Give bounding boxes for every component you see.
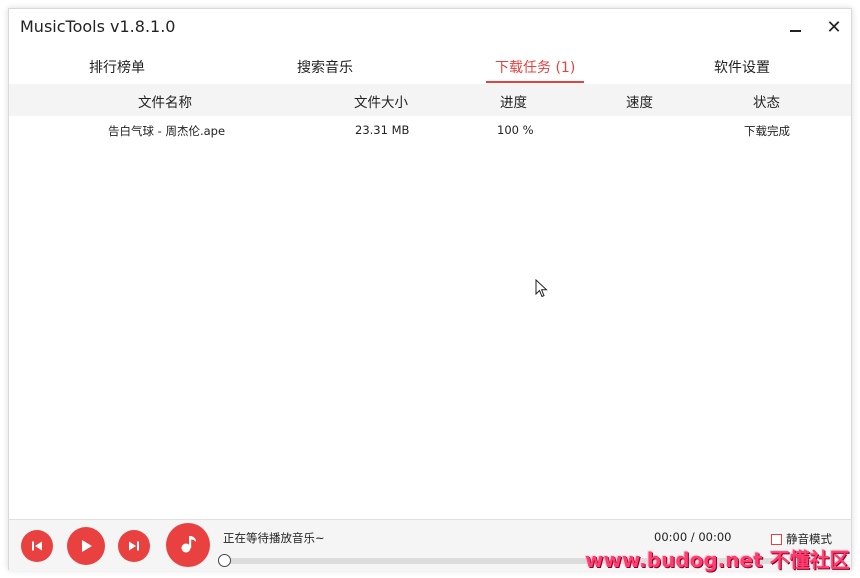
close-button[interactable]: ✕ [820, 15, 848, 39]
album-cover-button[interactable] [166, 523, 210, 567]
row-filesize: 23.31 MB [355, 123, 410, 137]
mouse-cursor-icon [535, 279, 548, 298]
next-button[interactable] [118, 530, 150, 562]
column-header-progress[interactable]: 进度 [500, 91, 527, 111]
title-bar: MusicTools v1.8.1.0 ✕ [9, 9, 851, 45]
playback-time: 00:00 / 00:00 [654, 530, 732, 544]
previous-button[interactable] [21, 530, 53, 562]
active-tab-underline [486, 81, 584, 83]
tab-bar: 排行榜单 搜索音乐 下载任务 (1) 软件设置 [9, 49, 851, 85]
column-header-speed[interactable]: 速度 [626, 91, 653, 111]
row-progress: 100 % [497, 123, 534, 137]
tab-settings[interactable]: 软件设置 [714, 57, 770, 77]
music-note-icon [181, 536, 196, 553]
mute-checkbox[interactable] [771, 533, 782, 545]
playback-progress-knob[interactable] [218, 554, 231, 567]
table-header: 文件名称 文件大小 进度 速度 状态 [9, 84, 851, 116]
watermark-text: www.budog.net 不懂社区 [585, 548, 850, 572]
table-row[interactable]: 告白气球 - 周杰伦.ape 23.31 MB 100 % 下载完成 [9, 119, 851, 145]
minimize-button[interactable] [781, 15, 809, 39]
column-header-filename[interactable]: 文件名称 [138, 91, 192, 111]
column-header-filesize[interactable]: 文件大小 [354, 91, 408, 111]
player-status: 正在等待播放音乐~ [223, 531, 325, 545]
app-window: MusicTools v1.8.1.0 ✕ 排行榜单 搜索音乐 下载任务 (1)… [8, 8, 852, 571]
tab-search-music[interactable]: 搜索音乐 [297, 57, 353, 77]
row-status: 下载完成 [744, 124, 790, 138]
row-filename: 告白气球 - 周杰伦.ape [108, 124, 226, 138]
skip-previous-icon [32, 541, 42, 551]
play-icon [82, 540, 92, 552]
skip-next-icon [129, 541, 139, 551]
app-title: MusicTools v1.8.1.0 [20, 17, 176, 36]
play-button[interactable] [67, 527, 105, 565]
column-header-status[interactable]: 状态 [753, 91, 780, 111]
minimize-icon [789, 30, 801, 32]
tab-charts[interactable]: 排行榜单 [89, 57, 145, 77]
tab-download-tasks[interactable]: 下载任务 (1) [495, 57, 575, 77]
close-icon: ✕ [826, 16, 842, 38]
